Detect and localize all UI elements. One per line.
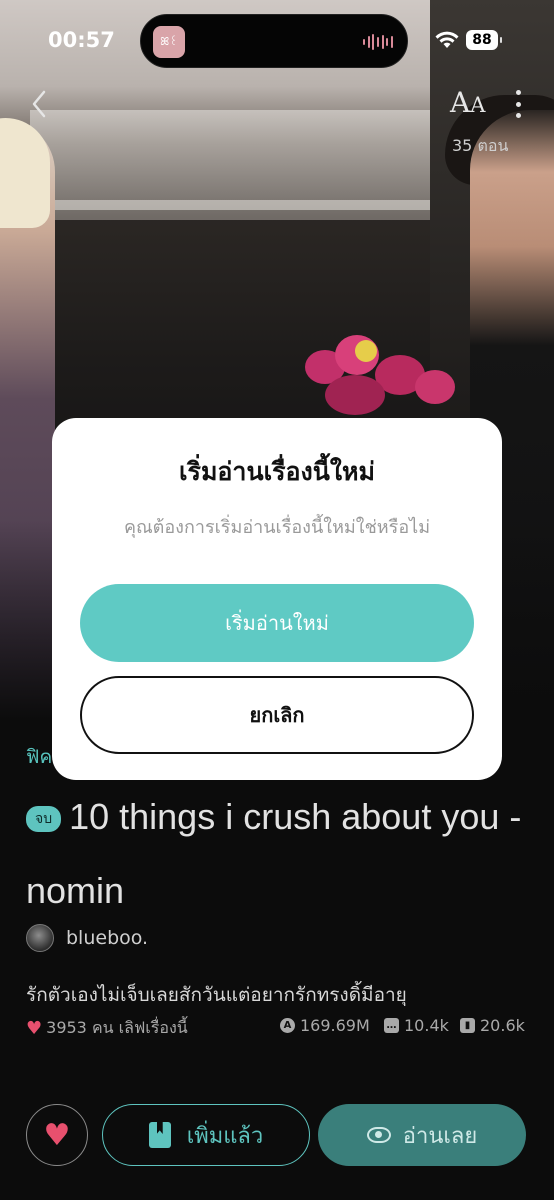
story-title: 10 things i crush about you - nomin <box>26 796 522 911</box>
comment-icon: … <box>384 1018 399 1033</box>
dialog-title: เริ่มอ่านเรื่องนี้ใหม่ <box>178 457 376 486</box>
audio-wave-icon <box>363 34 393 50</box>
views-icon: A <box>280 1018 295 1033</box>
favorite-button[interactable]: ♥ <box>26 1104 88 1166</box>
comments-count: 10.4k <box>404 1016 449 1035</box>
bookmark-icon: ▮ <box>460 1018 475 1033</box>
added-label: เพิ่มแล้ว <box>186 1123 264 1149</box>
wifi-icon <box>435 31 459 48</box>
added-to-library-button[interactable]: เพิ่มแล้ว <box>102 1104 310 1166</box>
story-description: รักตัวเองไม่เจ็บเลยสักวันแต่อยากรักทรงดิ… <box>26 984 407 1006</box>
cover-flowers <box>295 330 465 420</box>
read-label: อ่านเลย <box>402 1123 478 1149</box>
font-size-icon-large: A <box>450 86 471 119</box>
views-stat: A 169.69M <box>280 1016 370 1035</box>
font-size-icon-small: A <box>470 93 486 117</box>
font-size-button[interactable]: AA <box>450 86 485 119</box>
book-icon <box>148 1122 171 1148</box>
status-time: 00:57 <box>48 28 115 52</box>
author-avatar <box>26 924 54 952</box>
heart-icon: ♥ <box>26 1018 43 1039</box>
episode-count: 35 ตอน <box>452 136 509 155</box>
story-title-block: จบ 10 things i crush about you - nomin <box>26 780 536 928</box>
more-options-button[interactable] <box>508 90 528 118</box>
completed-badge: จบ <box>26 805 62 832</box>
restart-reading-dialog: เริ่มอ่านเรื่องนี้ใหม่ คุณต้องการเริ่มอ่… <box>52 418 502 780</box>
likes-stat: ♥ 3953 คน เลิฟเรื่องนี้ <box>26 1016 188 1041</box>
author-row[interactable]: blueboo. <box>26 924 148 952</box>
likes-text: 3953 คน เลิฟเรื่องนี้ <box>46 1018 188 1037</box>
bookmarks-count: 20.6k <box>480 1016 525 1035</box>
views-count: 169.69M <box>300 1016 370 1035</box>
author-name: blueboo. <box>66 927 149 949</box>
bookmarks-stat: ▮ 20.6k <box>460 1016 525 1035</box>
story-stats: ♥ 3953 คน เลิฟเรื่องนี้ A 169.69M … 10.4k ▮… <box>26 1016 530 1041</box>
restart-reading-button[interactable]: เริ่มอ่านใหม่ <box>80 584 474 662</box>
back-button[interactable] <box>26 86 54 122</box>
comments-stat: … 10.4k <box>384 1016 449 1035</box>
battery-indicator: 88 <box>466 30 502 50</box>
dialog-message: คุณต้องการเริ่มอ่านเรื่องนี้ใหม่ใช่หรือไ… <box>123 517 431 538</box>
heart-icon: ♥ <box>43 1117 71 1153</box>
island-app-icon: ꕤ꒰ <box>153 26 185 58</box>
dynamic-island: ꕤ꒰ <box>140 14 408 68</box>
genre-label[interactable]: ฟิค <box>26 742 52 772</box>
cover-window-frame <box>20 200 490 210</box>
eye-icon <box>366 1127 391 1143</box>
read-now-button[interactable]: อ่านเลย <box>318 1104 526 1166</box>
cancel-button[interactable]: ยกเลิก <box>80 676 474 754</box>
